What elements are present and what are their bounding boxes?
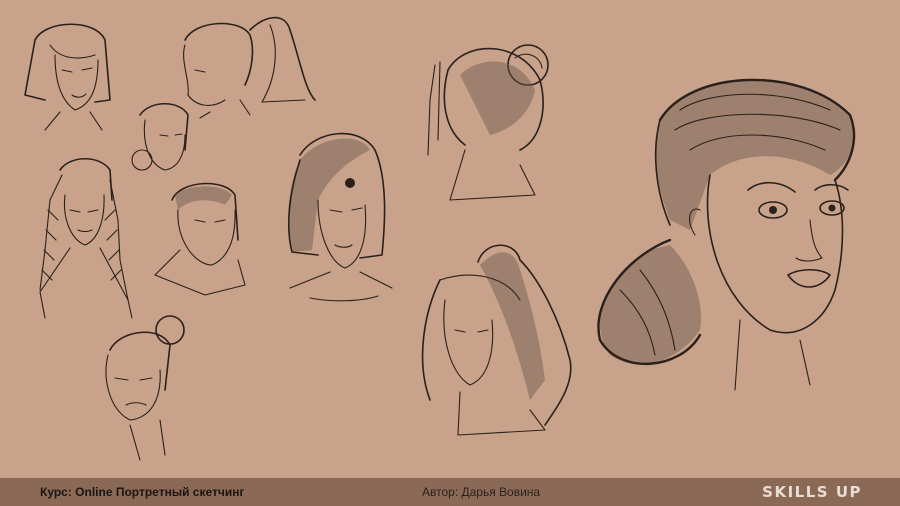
sketch-large-portrait (597, 78, 856, 391)
sketch-bob-haircut (24, 23, 111, 131)
sketch-wavy-ponytail (421, 244, 572, 436)
sketch-braids (39, 158, 133, 319)
sketch-profile-ponytail (183, 16, 316, 119)
portrait-sketches (24, 16, 856, 461)
footer-bar: Курс: Online Портретный скетчинг Автор: … (0, 478, 900, 506)
sketch-bun-frown (105, 315, 185, 461)
sketch-short-hair (154, 182, 246, 296)
sketch-hoop-earring (131, 103, 189, 171)
sketch-back-bun (427, 44, 549, 201)
sketch-canvas (0, 0, 900, 478)
skills-up-logo: SKILLS UP (762, 483, 862, 501)
course-label: Курс: Online Портретный скетчинг (40, 485, 245, 499)
sketch-asymmetric-bob (287, 132, 393, 302)
author-label: Автор: Дарья Вовина (422, 485, 541, 499)
